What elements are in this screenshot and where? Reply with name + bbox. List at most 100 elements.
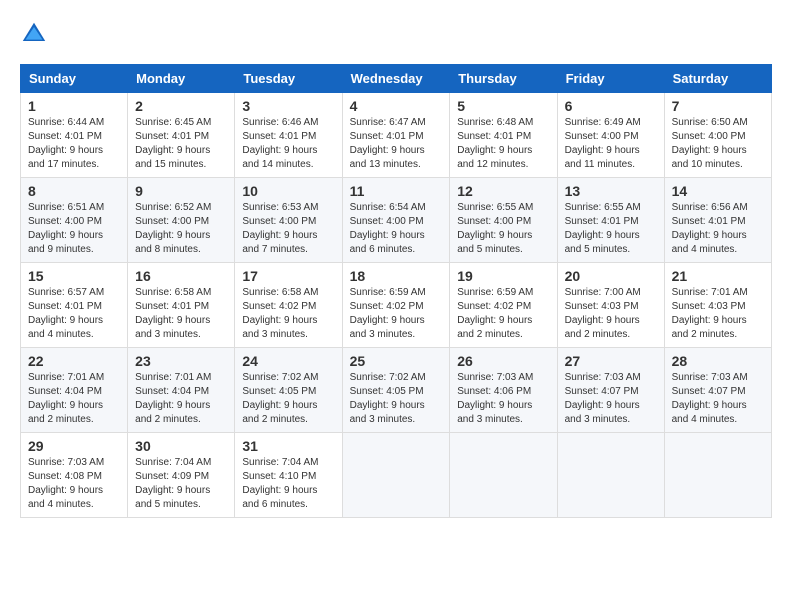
col-monday: Monday bbox=[128, 65, 235, 93]
sunset-label: Sunset: 4:00 PM bbox=[135, 216, 209, 227]
sunrise-label: Sunrise: 6:53 AM bbox=[242, 202, 318, 213]
day-info: Sunrise: 7:00 AM Sunset: 4:03 PM Dayligh… bbox=[565, 286, 657, 342]
sunrise-label: Sunrise: 6:47 AM bbox=[350, 117, 426, 128]
day-number: 2 bbox=[135, 98, 227, 114]
sunrise-label: Sunrise: 6:57 AM bbox=[28, 287, 104, 298]
calendar-cell: 16 Sunrise: 6:58 AM Sunset: 4:01 PM Dayl… bbox=[128, 263, 235, 348]
day-number: 31 bbox=[242, 438, 334, 454]
daylight-label: Daylight: 9 hours and 3 minutes. bbox=[565, 400, 640, 425]
calendar-week-row: 22 Sunrise: 7:01 AM Sunset: 4:04 PM Dayl… bbox=[21, 348, 772, 433]
sunrise-label: Sunrise: 6:59 AM bbox=[457, 287, 533, 298]
calendar-cell: 6 Sunrise: 6:49 AM Sunset: 4:00 PM Dayli… bbox=[557, 93, 664, 178]
sunrise-label: Sunrise: 7:03 AM bbox=[672, 372, 748, 383]
day-info: Sunrise: 6:56 AM Sunset: 4:01 PM Dayligh… bbox=[672, 201, 764, 257]
sunset-label: Sunset: 4:01 PM bbox=[672, 216, 746, 227]
col-saturday: Saturday bbox=[664, 65, 771, 93]
calendar-cell: 18 Sunrise: 6:59 AM Sunset: 4:02 PM Dayl… bbox=[342, 263, 450, 348]
sunset-label: Sunset: 4:09 PM bbox=[135, 471, 209, 482]
day-info: Sunrise: 7:04 AM Sunset: 4:10 PM Dayligh… bbox=[242, 456, 334, 512]
sunset-label: Sunset: 4:04 PM bbox=[135, 386, 209, 397]
day-info: Sunrise: 6:54 AM Sunset: 4:00 PM Dayligh… bbox=[350, 201, 443, 257]
sunset-label: Sunset: 4:04 PM bbox=[28, 386, 102, 397]
col-wednesday: Wednesday bbox=[342, 65, 450, 93]
calendar-cell: 17 Sunrise: 6:58 AM Sunset: 4:02 PM Dayl… bbox=[235, 263, 342, 348]
day-number: 16 bbox=[135, 268, 227, 284]
calendar-cell bbox=[664, 433, 771, 518]
day-number: 19 bbox=[457, 268, 549, 284]
day-info: Sunrise: 6:49 AM Sunset: 4:00 PM Dayligh… bbox=[565, 116, 657, 172]
calendar-cell: 11 Sunrise: 6:54 AM Sunset: 4:00 PM Dayl… bbox=[342, 178, 450, 263]
calendar-cell: 24 Sunrise: 7:02 AM Sunset: 4:05 PM Dayl… bbox=[235, 348, 342, 433]
sunset-label: Sunset: 4:02 PM bbox=[457, 301, 531, 312]
day-number: 4 bbox=[350, 98, 443, 114]
daylight-label: Daylight: 9 hours and 3 minutes. bbox=[350, 315, 425, 340]
day-number: 20 bbox=[565, 268, 657, 284]
daylight-label: Daylight: 9 hours and 3 minutes. bbox=[135, 315, 210, 340]
day-number: 5 bbox=[457, 98, 549, 114]
day-info: Sunrise: 7:02 AM Sunset: 4:05 PM Dayligh… bbox=[242, 371, 334, 427]
sunset-label: Sunset: 4:01 PM bbox=[135, 131, 209, 142]
day-number: 6 bbox=[565, 98, 657, 114]
daylight-label: Daylight: 9 hours and 5 minutes. bbox=[135, 485, 210, 510]
day-info: Sunrise: 6:59 AM Sunset: 4:02 PM Dayligh… bbox=[350, 286, 443, 342]
daylight-label: Daylight: 9 hours and 4 minutes. bbox=[28, 315, 103, 340]
calendar-header-row: Sunday Monday Tuesday Wednesday Thursday… bbox=[21, 65, 772, 93]
sunset-label: Sunset: 4:05 PM bbox=[242, 386, 316, 397]
sunrise-label: Sunrise: 6:50 AM bbox=[672, 117, 748, 128]
sunrise-label: Sunrise: 6:51 AM bbox=[28, 202, 104, 213]
day-number: 8 bbox=[28, 183, 120, 199]
sunrise-label: Sunrise: 7:03 AM bbox=[565, 372, 641, 383]
sunrise-label: Sunrise: 6:58 AM bbox=[135, 287, 211, 298]
calendar-cell: 30 Sunrise: 7:04 AM Sunset: 4:09 PM Dayl… bbox=[128, 433, 235, 518]
day-number: 13 bbox=[565, 183, 657, 199]
day-info: Sunrise: 6:58 AM Sunset: 4:02 PM Dayligh… bbox=[242, 286, 334, 342]
day-info: Sunrise: 7:04 AM Sunset: 4:09 PM Dayligh… bbox=[135, 456, 227, 512]
day-number: 14 bbox=[672, 183, 764, 199]
sunrise-label: Sunrise: 6:48 AM bbox=[457, 117, 533, 128]
daylight-label: Daylight: 9 hours and 10 minutes. bbox=[672, 145, 747, 170]
calendar-week-row: 15 Sunrise: 6:57 AM Sunset: 4:01 PM Dayl… bbox=[21, 263, 772, 348]
sunrise-label: Sunrise: 6:55 AM bbox=[457, 202, 533, 213]
day-number: 10 bbox=[242, 183, 334, 199]
calendar-cell bbox=[342, 433, 450, 518]
sunrise-label: Sunrise: 6:46 AM bbox=[242, 117, 318, 128]
day-info: Sunrise: 7:03 AM Sunset: 4:07 PM Dayligh… bbox=[672, 371, 764, 427]
sunrise-label: Sunrise: 7:01 AM bbox=[135, 372, 211, 383]
sunrise-label: Sunrise: 7:04 AM bbox=[242, 457, 318, 468]
calendar-cell: 5 Sunrise: 6:48 AM Sunset: 4:01 PM Dayli… bbox=[450, 93, 557, 178]
col-sunday: Sunday bbox=[21, 65, 128, 93]
day-info: Sunrise: 7:01 AM Sunset: 4:04 PM Dayligh… bbox=[135, 371, 227, 427]
daylight-label: Daylight: 9 hours and 3 minutes. bbox=[242, 315, 317, 340]
sunset-label: Sunset: 4:08 PM bbox=[28, 471, 102, 482]
sunset-label: Sunset: 4:01 PM bbox=[457, 131, 531, 142]
day-info: Sunrise: 6:57 AM Sunset: 4:01 PM Dayligh… bbox=[28, 286, 120, 342]
sunset-label: Sunset: 4:02 PM bbox=[350, 301, 424, 312]
day-number: 12 bbox=[457, 183, 549, 199]
day-info: Sunrise: 6:46 AM Sunset: 4:01 PM Dayligh… bbox=[242, 116, 334, 172]
sunrise-label: Sunrise: 7:01 AM bbox=[672, 287, 748, 298]
calendar-cell: 15 Sunrise: 6:57 AM Sunset: 4:01 PM Dayl… bbox=[21, 263, 128, 348]
page-header bbox=[20, 20, 772, 48]
sunrise-label: Sunrise: 6:56 AM bbox=[672, 202, 748, 213]
calendar-cell: 23 Sunrise: 7:01 AM Sunset: 4:04 PM Dayl… bbox=[128, 348, 235, 433]
calendar-cell: 27 Sunrise: 7:03 AM Sunset: 4:07 PM Dayl… bbox=[557, 348, 664, 433]
daylight-label: Daylight: 9 hours and 4 minutes. bbox=[672, 230, 747, 255]
day-info: Sunrise: 6:55 AM Sunset: 4:01 PM Dayligh… bbox=[565, 201, 657, 257]
sunrise-label: Sunrise: 7:02 AM bbox=[242, 372, 318, 383]
calendar-cell: 2 Sunrise: 6:45 AM Sunset: 4:01 PM Dayli… bbox=[128, 93, 235, 178]
day-number: 17 bbox=[242, 268, 334, 284]
day-info: Sunrise: 6:53 AM Sunset: 4:00 PM Dayligh… bbox=[242, 201, 334, 257]
sunrise-label: Sunrise: 6:52 AM bbox=[135, 202, 211, 213]
calendar-cell: 13 Sunrise: 6:55 AM Sunset: 4:01 PM Dayl… bbox=[557, 178, 664, 263]
day-number: 11 bbox=[350, 183, 443, 199]
day-info: Sunrise: 6:55 AM Sunset: 4:00 PM Dayligh… bbox=[457, 201, 549, 257]
calendar-cell bbox=[557, 433, 664, 518]
sunrise-label: Sunrise: 6:59 AM bbox=[350, 287, 426, 298]
sunrise-label: Sunrise: 7:01 AM bbox=[28, 372, 104, 383]
day-number: 24 bbox=[242, 353, 334, 369]
daylight-label: Daylight: 9 hours and 3 minutes. bbox=[457, 400, 532, 425]
sunrise-label: Sunrise: 6:54 AM bbox=[350, 202, 426, 213]
col-tuesday: Tuesday bbox=[235, 65, 342, 93]
day-info: Sunrise: 7:03 AM Sunset: 4:07 PM Dayligh… bbox=[565, 371, 657, 427]
daylight-label: Daylight: 9 hours and 5 minutes. bbox=[565, 230, 640, 255]
